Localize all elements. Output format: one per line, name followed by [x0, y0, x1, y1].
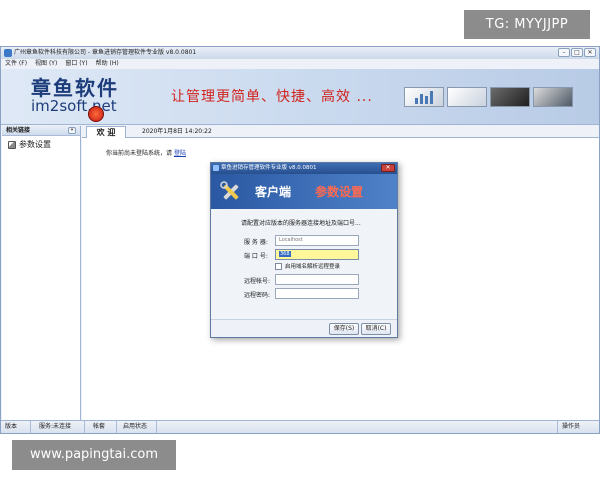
remote-account-label: 远程帐号:	[244, 278, 271, 285]
datetime-display: 2020年1月8日 14:20:22	[142, 128, 212, 135]
dialog-title-bar: 章鱼进销存管理软件专业版 v8.0.0801 ✕	[211, 163, 397, 174]
close-button[interactable]: ✕	[584, 48, 596, 57]
remote-password-label: 远程密码:	[244, 292, 271, 299]
remote-login-option[interactable]: 启用域名解析远程登录	[275, 262, 340, 270]
window-controls: – □ ✕	[558, 48, 596, 57]
settings-dialog: 章鱼进销存管理软件专业版 v8.0.0801 ✕ 客户端 参数设置 请配置对应版…	[210, 162, 398, 338]
banner: 章鱼软件 im2soft.net 让管理更简单、快捷、高效 ...	[1, 69, 599, 125]
menu-view[interactable]: 视图 (Y)	[31, 59, 61, 69]
tab-strip: 欢 迎 2020年1月8日 14:20:22	[82, 126, 599, 138]
tab-welcome[interactable]: 欢 迎	[86, 126, 126, 138]
dialog-prompt: 请配置对应版本的服务器连接地址及端口号...	[241, 220, 361, 227]
octopus-logo-icon	[88, 106, 104, 122]
sidebar: 相关链接 « 参数设置	[2, 126, 81, 420]
banner-images	[404, 87, 573, 107]
dialog-close-button[interactable]: ✕	[381, 164, 395, 172]
sidebar-collapse-button[interactable]: «	[68, 127, 76, 134]
remote-account-input[interactable]	[275, 274, 359, 285]
login-link[interactable]: 登陆	[174, 150, 186, 157]
dialog-header-client: 客户端	[255, 185, 292, 199]
dialog-header-params: 参数设置	[315, 185, 364, 199]
login-notice: 你当前尚未登陆系统，请 登陆	[106, 148, 186, 157]
dialog-title: 章鱼进销存管理软件专业版 v8.0.0801	[221, 165, 317, 171]
document-image-icon	[447, 87, 487, 107]
dialog-footer: 保存(S) 取消(C)	[211, 319, 397, 337]
sidebar-title: 相关链接	[6, 127, 31, 134]
server-input[interactable]: Localhost	[275, 235, 359, 246]
status-service: 服务:未连接	[35, 421, 85, 433]
login-notice-text: 你当前尚未登陆系统，请	[106, 150, 173, 157]
maximize-button[interactable]: □	[571, 48, 583, 57]
menu-file[interactable]: 文件 (F)	[1, 59, 31, 69]
server-label: 服 务 器:	[244, 239, 268, 246]
remote-login-checkbox[interactable]	[275, 262, 282, 270]
app-icon	[4, 49, 12, 57]
port-label: 端 口 号:	[244, 253, 268, 260]
dialog-app-icon	[213, 165, 219, 171]
status-enable: 启用状态	[119, 421, 157, 433]
status-set: 帐套	[89, 421, 117, 433]
gear-icon	[8, 140, 16, 149]
status-operator: 操作员	[557, 421, 597, 433]
status-bar: 版本 服务:未连接 帐套 启用状态 操作员	[1, 420, 599, 433]
slogan: 让管理更简单、快捷、高效 ...	[171, 89, 373, 105]
sidebar-header: 相关链接 «	[2, 126, 80, 136]
remote-password-input[interactable]	[275, 288, 359, 299]
menu-bar: 文件 (F) 视图 (Y) 窗口 (Y) 帮助 (H)	[1, 59, 599, 69]
save-button[interactable]: 保存(S)	[329, 323, 359, 335]
title-bar: 广州章鱼软件科技有限公司 - 章鱼进销存管理软件专业版 v8.0.0801 – …	[1, 47, 599, 59]
remote-login-label: 启用域名解析远程登录	[285, 264, 341, 270]
menu-help[interactable]: 帮助 (H)	[92, 59, 123, 69]
minimize-button[interactable]: –	[558, 48, 570, 57]
status-version: 版本	[1, 421, 31, 433]
tools-icon	[220, 181, 239, 200]
cancel-button[interactable]: 取消(C)	[361, 323, 391, 335]
menu-window[interactable]: 窗口 (Y)	[61, 59, 91, 69]
tg-watermark-label: TG: MYYJJPP	[464, 10, 590, 39]
site-watermark-label: www.papingtai.com	[12, 440, 176, 470]
port-input[interactable]: 368	[275, 249, 359, 260]
port-value: 368	[279, 251, 291, 257]
sidebar-item-settings[interactable]: 参数设置	[2, 139, 80, 150]
dialog-header: 客户端 参数设置	[211, 174, 397, 209]
sidebar-item-label: 参数设置	[19, 140, 51, 149]
people-image-icon	[533, 87, 573, 107]
chart-image-icon	[404, 87, 444, 107]
money-image-icon	[490, 87, 530, 107]
window-title: 广州章鱼软件科技有限公司 - 章鱼进销存管理软件专业版 v8.0.0801	[14, 49, 197, 56]
